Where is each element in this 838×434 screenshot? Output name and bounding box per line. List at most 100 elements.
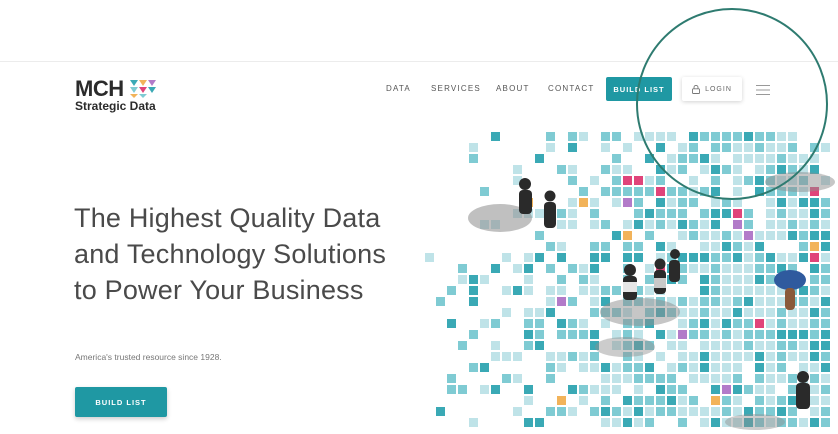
mosaic-tile xyxy=(755,242,764,251)
mosaic-tile xyxy=(678,198,687,207)
mosaic-tile xyxy=(656,187,665,196)
mosaic-tile xyxy=(546,286,555,295)
mosaic-tile xyxy=(722,297,731,306)
login-button[interactable]: LOGIN xyxy=(682,77,742,101)
mosaic-tile xyxy=(689,154,698,163)
mosaic-tile xyxy=(513,407,522,416)
mosaic-tile xyxy=(810,385,819,394)
nav-item-about[interactable]: ABOUT xyxy=(496,84,530,93)
mosaic-tile xyxy=(755,231,764,240)
mosaic-tile xyxy=(755,165,764,174)
nav-item-contact[interactable]: CONTACT xyxy=(548,84,594,93)
mosaic-tile xyxy=(535,418,544,427)
mosaic-tile xyxy=(711,242,720,251)
mosaic-tile xyxy=(667,330,676,339)
mosaic-tile xyxy=(634,176,643,185)
mosaic-tile xyxy=(469,418,478,427)
mosaic-tile xyxy=(469,363,478,372)
mosaic-tile xyxy=(711,308,720,317)
mosaic-tile xyxy=(601,242,610,251)
mosaic-tile xyxy=(557,165,566,174)
mosaic-tile xyxy=(722,407,731,416)
build-list-hero-button[interactable]: BUILD LIST xyxy=(75,387,167,417)
mosaic-tile xyxy=(579,132,588,141)
mosaic-tile xyxy=(623,165,632,174)
mosaic-tile xyxy=(601,363,610,372)
mosaic-tile xyxy=(766,165,775,174)
mosaic-tile xyxy=(535,209,544,218)
mosaic-tile xyxy=(656,132,665,141)
nav-item-data[interactable]: DATA xyxy=(386,84,411,93)
mosaic-tile xyxy=(645,220,654,229)
mosaic-tile xyxy=(722,319,731,328)
mosaic-tile xyxy=(766,220,775,229)
mosaic-tile xyxy=(689,231,698,240)
mosaic-tile xyxy=(788,154,797,163)
mosaic-tile xyxy=(722,132,731,141)
mosaic-tile xyxy=(700,154,709,163)
mosaic-tile xyxy=(656,165,665,174)
mosaic-tile xyxy=(711,143,720,152)
mosaic-tile xyxy=(535,154,544,163)
mosaic-tile xyxy=(700,132,709,141)
mosaic-tile xyxy=(766,374,775,383)
mosaic-tile xyxy=(777,352,786,361)
mosaic-tile xyxy=(711,231,720,240)
mosaic-tile xyxy=(711,176,720,185)
mosaic-tile xyxy=(733,132,742,141)
mosaic-tile xyxy=(590,407,599,416)
mosaic-tile xyxy=(645,231,654,240)
mosaic-tile xyxy=(810,407,819,416)
mosaic-tile xyxy=(546,407,555,416)
mosaic-tile xyxy=(634,418,643,427)
mosaic-tile xyxy=(656,209,665,218)
mosaic-tile xyxy=(656,143,665,152)
mosaic-tile xyxy=(524,308,533,317)
mosaic-tile xyxy=(590,352,599,361)
build-list-nav-button[interactable]: BUILD LIST xyxy=(606,77,672,101)
mosaic-tile xyxy=(689,176,698,185)
hamburger-menu-icon[interactable] xyxy=(756,84,770,96)
mosaic-tile xyxy=(623,396,632,405)
mosaic-tile xyxy=(447,385,456,394)
mosaic-tile xyxy=(733,396,742,405)
mosaic-tile xyxy=(535,308,544,317)
mosaic-tile xyxy=(689,198,698,207)
mosaic-tile xyxy=(733,187,742,196)
mosaic-tile xyxy=(491,352,500,361)
mosaic-tile xyxy=(766,308,775,317)
mosaic-tile xyxy=(689,374,698,383)
mosaic-tile xyxy=(623,220,632,229)
mosaic-tile xyxy=(557,297,566,306)
mosaic-tile xyxy=(733,374,742,383)
mosaic-tile xyxy=(590,385,599,394)
mosaic-tile xyxy=(821,407,830,416)
mosaic-tile xyxy=(678,231,687,240)
mosaic-tile xyxy=(821,330,830,339)
mosaic-tile xyxy=(733,165,742,174)
mosaic-tile xyxy=(777,319,786,328)
mosaic-tile xyxy=(546,242,555,251)
mosaic-tile xyxy=(590,253,599,262)
mosaic-tile xyxy=(458,264,467,273)
mosaic-tile xyxy=(612,286,621,295)
mosaic-tile xyxy=(656,198,665,207)
mosaic-tile xyxy=(590,363,599,372)
mosaic-tile xyxy=(634,187,643,196)
mosaic-tile xyxy=(535,319,544,328)
nav-item-services[interactable]: SERVICES xyxy=(431,84,481,93)
mosaic-tile xyxy=(810,308,819,317)
mosaic-tile xyxy=(524,330,533,339)
mosaic-tile xyxy=(634,363,643,372)
mosaic-tile xyxy=(711,352,720,361)
mosaic-tile xyxy=(579,352,588,361)
mosaic-tile xyxy=(744,341,753,350)
mosaic-tile xyxy=(755,253,764,262)
mosaic-tile xyxy=(634,198,643,207)
mosaic-tile xyxy=(502,374,511,383)
mosaic-tile xyxy=(546,143,555,152)
mosaic-tile xyxy=(821,396,830,405)
mosaic-tile xyxy=(711,297,720,306)
mosaic-tile xyxy=(623,198,632,207)
mosaic-tile xyxy=(744,352,753,361)
